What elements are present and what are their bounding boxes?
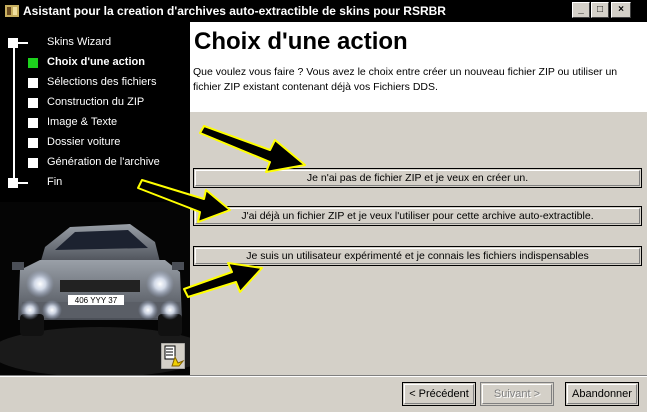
maximize-icon: □: [596, 4, 604, 15]
step-dossier-voiture: Dossier voiture: [0, 136, 190, 152]
page-title: Choix d'une action: [194, 28, 408, 55]
step-label: Image & Texte: [47, 116, 118, 128]
expert-user-label: Je suis un utilisateur expérimenté et je…: [246, 250, 589, 262]
license-plate: 406 YYY 37: [75, 296, 118, 305]
next-label: Suivant >: [493, 388, 541, 400]
step-label: Choix d'une action: [47, 56, 145, 68]
step-marker: [28, 138, 38, 148]
create-new-zip-button[interactable]: Je n'ai pas de fichier ZIP et je veux en…: [193, 168, 642, 188]
step-label: Dossier voiture: [47, 136, 121, 148]
step-label: Construction du ZIP: [47, 96, 145, 108]
step-fin: Fin: [0, 176, 190, 192]
step-label: Génération de l'archive: [47, 156, 160, 168]
app-icon: [5, 5, 19, 17]
step-image-texte: Image & Texte: [0, 116, 190, 132]
window-title: Asistant pour la creation d'archives aut…: [23, 4, 446, 18]
minimize-icon: _: [578, 4, 584, 15]
step-marker: [28, 158, 38, 168]
previous-button[interactable]: < Précédent: [402, 382, 476, 406]
step-marker: [28, 98, 38, 108]
previous-label: < Précédent: [409, 388, 469, 400]
step-marker: [28, 78, 38, 88]
page-description: Que voulez vous faire ? Vous avez le cho…: [193, 66, 618, 93]
step-label: Sélections des fichiers: [47, 76, 157, 88]
close-button[interactable]: ×: [611, 2, 631, 18]
close-icon: ×: [618, 4, 624, 15]
use-existing-zip-button[interactable]: J'ai déjà un fichier ZIP et je veux l'ut…: [193, 206, 642, 226]
step-selection-fichiers: Sélections des fichiers: [0, 76, 190, 92]
minimize-button[interactable]: _: [572, 2, 590, 18]
footer-separator: [0, 375, 647, 377]
step-marker: [8, 38, 18, 48]
maximize-button[interactable]: □: [591, 2, 609, 18]
title-bar: Asistant pour la creation d'archives aut…: [0, 0, 647, 22]
cancel-button[interactable]: Abandonner: [565, 382, 639, 406]
use-existing-zip-label: J'ai déjà un fichier ZIP et je veux l'ut…: [241, 210, 594, 222]
step-marker-active: [28, 58, 38, 68]
wizard-icon: [161, 343, 185, 369]
create-new-zip-label: Je n'ai pas de fichier ZIP et je veux en…: [306, 172, 529, 184]
step-skins-wizard: Skins Wizard: [0, 36, 190, 52]
step-marker: [28, 118, 38, 128]
next-button[interactable]: Suivant >: [480, 382, 554, 406]
step-marker: [8, 178, 18, 188]
step-generation-archive: Génération de l'archive: [0, 156, 190, 172]
header-panel: Choix d'une action Que voulez vous faire…: [190, 22, 647, 112]
step-choix-action: Choix d'une action: [0, 56, 190, 72]
cancel-label: Abandonner: [572, 388, 632, 400]
step-label: Fin: [47, 176, 63, 188]
step-label: Skins Wizard: [47, 36, 112, 48]
wizard-sidebar: Skins Wizard Choix d'une action Sélectio…: [0, 22, 190, 375]
step-construction-zip: Construction du ZIP: [0, 96, 190, 112]
expert-user-button[interactable]: Je suis un utilisateur expérimenté et je…: [193, 246, 642, 266]
